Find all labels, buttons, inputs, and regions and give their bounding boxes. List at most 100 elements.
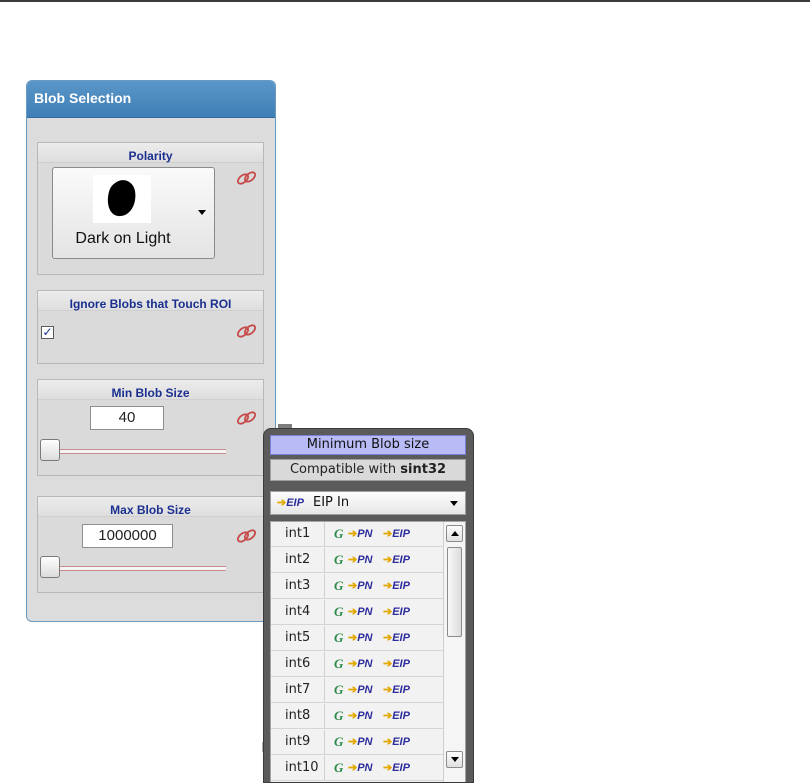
chevron-down-icon	[198, 210, 206, 215]
min-blob-size-slider-track[interactable]	[54, 449, 226, 454]
min-blob-size-input[interactable]: 40	[90, 406, 164, 430]
tag-label: int4	[285, 604, 311, 619]
list-scrollbar[interactable]	[443, 522, 465, 782]
profinet-badge-icon: ➔PN	[348, 632, 373, 644]
eip-badge-icon: ➔EIP	[383, 632, 410, 644]
column-divider	[324, 522, 325, 546]
generic-badge-icon: G	[334, 760, 344, 775]
eip-badge-icon: ➔EIP	[383, 528, 410, 540]
max-blob-size-title: Max Blob Size	[110, 503, 191, 517]
list-item[interactable]: int5 G ➔PN ➔EIP	[271, 626, 443, 651]
profinet-badge-icon: ➔PN	[348, 710, 373, 722]
ignore-blobs-group: Ignore Blobs that Touch ROI ✓	[37, 290, 264, 364]
max-blob-size-slider-track[interactable]	[54, 566, 226, 571]
polarity-value: Dark on Light	[75, 230, 171, 247]
column-divider	[324, 756, 325, 780]
tag-label: int8	[285, 708, 311, 723]
eip-badge-icon: ➔EIP	[383, 554, 410, 566]
generic-badge-icon: G	[334, 578, 344, 593]
eip-badge-icon: ➔EIP	[277, 497, 304, 509]
top-border-line	[0, 0, 810, 2]
profinet-badge-icon: ➔PN	[348, 606, 373, 618]
blob-selection-panel: Blob Selection Polarity Dark on Light Ig…	[26, 80, 276, 622]
link-icon[interactable]	[234, 323, 260, 339]
eip-badge-icon: ➔EIP	[383, 580, 410, 592]
compat-type: sint32	[400, 462, 447, 477]
generic-badge-icon: G	[334, 604, 344, 619]
profinet-badge-icon: ➔PN	[348, 528, 373, 540]
generic-badge-icon: G	[334, 526, 344, 541]
popup-title: Minimum Blob size	[270, 435, 466, 455]
profinet-badge-icon: ➔PN	[348, 658, 373, 670]
profinet-badge-icon: ➔PN	[348, 762, 373, 774]
tag-label: int6	[285, 656, 311, 671]
scrollbar-thumb[interactable]	[447, 547, 462, 637]
source-dropdown-label: EIP In	[313, 495, 350, 510]
compatibility-label: Compatible with sint32	[270, 459, 466, 481]
scroll-up-button[interactable]	[446, 525, 463, 542]
column-divider	[324, 678, 325, 702]
profinet-badge-icon: ➔PN	[348, 580, 373, 592]
list-item[interactable]: int4 G ➔PN ➔EIP	[271, 600, 443, 625]
compat-prefix: Compatible with	[289, 462, 401, 477]
tag-label: int9	[285, 734, 311, 749]
tag-label: int7	[285, 682, 311, 697]
list-item[interactable]: int9 G ➔PN ➔EIP	[271, 730, 443, 755]
column-divider	[324, 704, 325, 728]
polarity-title: Polarity	[128, 149, 173, 163]
generic-badge-icon: G	[334, 682, 344, 697]
list-item[interactable]: int1 G ➔PN ➔EIP	[271, 522, 443, 547]
list-item[interactable]: int10 G ➔PN ➔EIP	[271, 756, 443, 781]
polarity-dropdown[interactable]: Dark on Light	[52, 167, 215, 259]
tag-label: int3	[285, 578, 311, 593]
list-item[interactable]: int2 G ➔PN ➔EIP	[271, 548, 443, 573]
min-blob-size-title: Min Blob Size	[111, 386, 190, 400]
profinet-badge-icon: ➔PN	[348, 684, 373, 696]
tag-label: int2	[285, 552, 311, 567]
profinet-badge-icon: ➔PN	[348, 554, 373, 566]
panel-title: Blob Selection	[27, 81, 275, 118]
generic-badge-icon: G	[334, 708, 344, 723]
list-item[interactable]: int6 G ➔PN ➔EIP	[271, 652, 443, 677]
scroll-down-button[interactable]	[446, 751, 463, 768]
profinet-badge-icon: ➔PN	[348, 736, 373, 748]
max-blob-size-slider-thumb[interactable]	[40, 556, 60, 578]
tag-list: int1 G ➔PN ➔EIP int2 G ➔PN ➔EIP int3 G ➔…	[270, 521, 466, 782]
column-divider	[324, 730, 325, 754]
ignore-blobs-title: Ignore Blobs that Touch ROI	[69, 297, 232, 311]
polarity-group: Polarity Dark on Light	[37, 142, 264, 275]
column-divider	[324, 626, 325, 650]
list-item[interactable]: int8 G ➔PN ➔EIP	[271, 704, 443, 729]
dark-blob-preview-image	[93, 175, 151, 223]
tag-label: int5	[285, 630, 311, 645]
list-item[interactable]: int3 G ➔PN ➔EIP	[271, 574, 443, 599]
column-divider	[324, 548, 325, 572]
generic-badge-icon: G	[334, 552, 344, 567]
generic-badge-icon: G	[334, 656, 344, 671]
max-blob-size-group: Max Blob Size 1000000	[37, 496, 264, 593]
binding-popup: Minimum Blob size Compatible with sint32…	[263, 428, 474, 783]
source-dropdown[interactable]: ➔EIP EIP In	[270, 491, 466, 515]
min-blob-size-group: Min Blob Size 40	[37, 379, 264, 476]
column-divider	[324, 600, 325, 624]
eip-badge-icon: ➔EIP	[383, 658, 410, 670]
max-blob-size-input[interactable]: 1000000	[82, 524, 173, 548]
generic-badge-icon: G	[334, 734, 344, 749]
tag-label: int1	[285, 526, 311, 541]
link-icon[interactable]	[234, 410, 260, 426]
column-divider	[324, 652, 325, 676]
link-icon[interactable]	[234, 528, 260, 544]
eip-badge-icon: ➔EIP	[383, 710, 410, 722]
column-divider	[324, 574, 325, 598]
generic-badge-icon: G	[334, 630, 344, 645]
min-blob-size-slider-thumb[interactable]	[40, 439, 60, 461]
eip-badge-icon: ➔EIP	[383, 606, 410, 618]
tag-label: int10	[285, 760, 319, 775]
eip-badge-icon: ➔EIP	[383, 762, 410, 774]
link-icon[interactable]	[234, 170, 260, 186]
eip-badge-icon: ➔EIP	[383, 684, 410, 696]
chevron-down-icon	[450, 501, 458, 506]
eip-badge-icon: ➔EIP	[383, 736, 410, 748]
list-item[interactable]: int7 G ➔PN ➔EIP	[271, 678, 443, 703]
ignore-blobs-checkbox[interactable]: ✓	[41, 326, 54, 339]
